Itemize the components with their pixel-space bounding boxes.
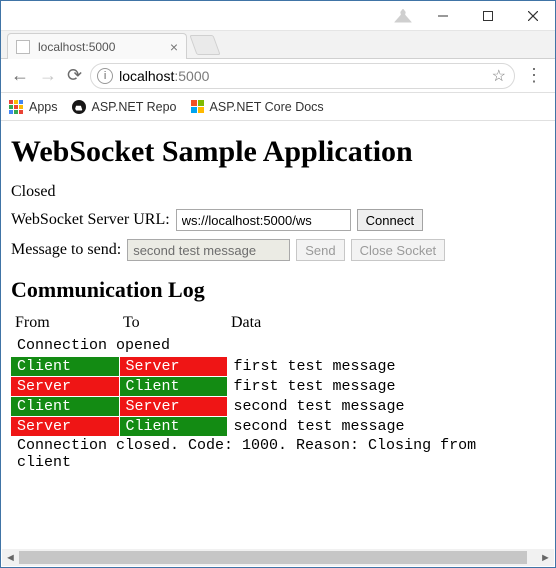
bookmark-label: ASP.NET Core Docs	[210, 100, 324, 114]
new-tab-button[interactable]	[189, 35, 220, 55]
maximize-button[interactable]	[465, 1, 510, 30]
profile-icon[interactable]	[386, 1, 420, 30]
scroll-track[interactable]	[19, 549, 537, 566]
bookmark-apps[interactable]: Apps	[9, 100, 58, 114]
connect-button[interactable]: Connect	[357, 209, 423, 231]
bookmark-label: Apps	[29, 100, 58, 114]
send-button: Send	[296, 239, 344, 261]
from-cell: Client	[11, 356, 119, 376]
col-from: From	[11, 313, 119, 336]
ws-url-input[interactable]	[176, 209, 351, 231]
minimize-button[interactable]	[420, 1, 465, 30]
status-row: Connection opened	[11, 336, 545, 356]
microsoft-icon	[191, 100, 204, 113]
bookmark-star-icon[interactable]: ☆	[492, 66, 506, 86]
tab-strip: localhost:5000 ×	[1, 31, 555, 59]
close-socket-button: Close Socket	[351, 239, 446, 261]
nav-reload-button[interactable]: ⟳	[65, 65, 84, 86]
nav-back-button[interactable]: ←	[9, 65, 31, 86]
tab-title: localhost:5000	[38, 40, 115, 54]
status-opened: Connection opened	[11, 336, 545, 356]
browser-tab[interactable]: localhost:5000 ×	[7, 33, 187, 59]
to-cell: Client	[119, 376, 227, 396]
to-cell: Server	[119, 356, 227, 376]
bookmark-label: ASP.NET Repo	[92, 100, 177, 114]
tab-close-icon[interactable]: ×	[170, 40, 178, 54]
scroll-thumb[interactable]	[19, 551, 527, 564]
table-row: ClientServerfirst test message	[11, 356, 545, 376]
to-cell: Client	[119, 416, 227, 436]
message-label: Message to send:	[11, 241, 121, 259]
site-info-icon[interactable]: i	[97, 68, 113, 84]
page-content: WebSocket Sample Application Closed WebS…	[1, 121, 555, 550]
page-title: WebSocket Sample Application	[11, 135, 545, 169]
url-host: localhost:5000	[119, 68, 209, 84]
window-close-button[interactable]	[510, 1, 555, 30]
data-cell: second test message	[227, 416, 545, 436]
browser-menu-button[interactable]: ⋮	[521, 65, 547, 86]
from-cell: Client	[11, 396, 119, 416]
to-cell: Server	[119, 396, 227, 416]
col-to: To	[119, 313, 227, 336]
status-row: Connection closed. Code: 1000. Reason: C…	[11, 436, 545, 471]
window-titlebar	[1, 1, 555, 31]
from-cell: Server	[11, 376, 119, 396]
table-row: ServerClientfirst test message	[11, 376, 545, 396]
ws-url-label: WebSocket Server URL:	[11, 211, 170, 229]
bookmarks-bar: Apps ASP.NET Repo ASP.NET Core Docs	[1, 93, 555, 121]
table-row: ServerClientsecond test message	[11, 416, 545, 436]
table-row: ClientServersecond test message	[11, 396, 545, 416]
favicon-icon	[16, 40, 30, 54]
state-label: Closed	[11, 183, 545, 201]
apps-icon	[9, 100, 23, 114]
bookmark-aspnet-repo[interactable]: ASP.NET Repo	[72, 100, 177, 114]
data-cell: first test message	[227, 356, 545, 376]
table-header-row: From To Data	[11, 313, 545, 336]
col-data: Data	[227, 313, 545, 336]
log-table: From To Data Connection opened ClientSer…	[11, 313, 545, 472]
message-input	[127, 239, 290, 261]
horizontal-scrollbar[interactable]: ◄ ►	[2, 549, 554, 566]
nav-forward-button: →	[37, 65, 59, 86]
github-icon	[72, 100, 86, 114]
scroll-right-icon[interactable]: ►	[537, 549, 554, 566]
scroll-left-icon[interactable]: ◄	[2, 549, 19, 566]
from-cell: Server	[11, 416, 119, 436]
log-heading: Communication Log	[11, 277, 545, 303]
data-cell: first test message	[227, 376, 545, 396]
address-bar[interactable]: i localhost:5000 ☆	[90, 63, 515, 89]
data-cell: second test message	[227, 396, 545, 416]
bookmark-aspnet-docs[interactable]: ASP.NET Core Docs	[191, 100, 324, 114]
browser-toolbar: ← → ⟳ i localhost:5000 ☆ ⋮	[1, 59, 555, 93]
status-closed: Connection closed. Code: 1000. Reason: C…	[11, 436, 545, 471]
